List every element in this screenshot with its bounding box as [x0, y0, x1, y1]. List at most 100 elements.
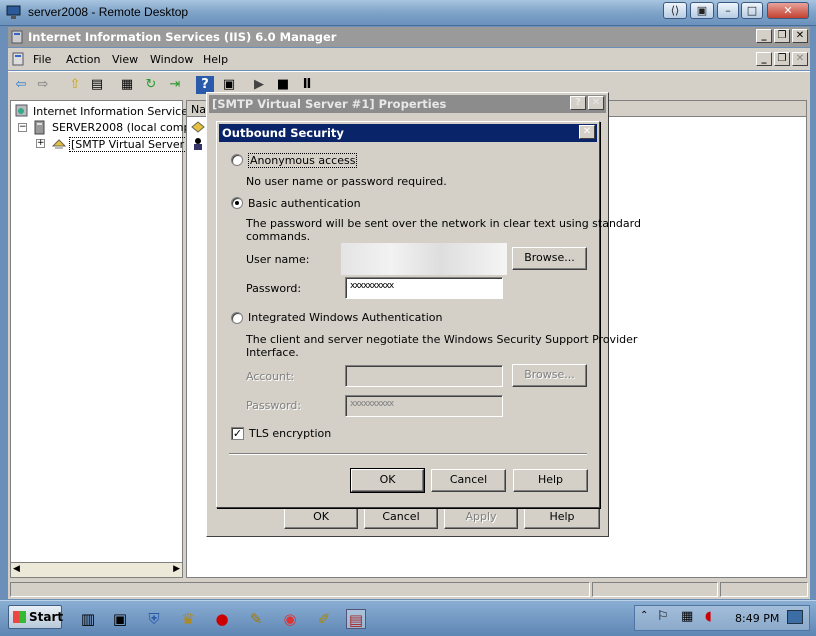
integrated-auth-label[interactable]: Integrated Windows Authentication: [248, 311, 442, 324]
integrated-password-field[interactable]: xxxxxxxxxx: [345, 395, 503, 417]
status-bar: [8, 581, 810, 599]
rd-maximize-button[interactable]: □: [741, 2, 763, 19]
username-field-redacted[interactable]: [341, 243, 507, 275]
up-folder-icon[interactable]: ⇧: [66, 76, 84, 94]
iis-titlebar[interactable]: Internet Information Services (IIS) 6.0 …: [8, 27, 810, 47]
flag-icon[interactable]: ⚐: [657, 609, 669, 624]
integrated-browse-button[interactable]: Browse...: [512, 364, 587, 387]
menu-file[interactable]: File: [33, 53, 51, 66]
properties-cancel-button[interactable]: Cancel: [364, 506, 438, 529]
status-pane-main: [10, 582, 590, 597]
scroll-left-icon[interactable]: ◀: [13, 564, 20, 574]
outbound-ok-button[interactable]: OK: [350, 468, 425, 493]
network-icon[interactable]: ▦: [681, 609, 693, 624]
basic-auth-radio[interactable]: [231, 197, 243, 209]
outbound-cancel-button[interactable]: Cancel: [431, 469, 506, 492]
rd-close-button[interactable]: ✕: [767, 2, 809, 19]
outbound-security-dialog: Outbound Security ✕ Anonymous access No …: [216, 121, 641, 508]
basic-auth-label[interactable]: Basic authentication: [248, 197, 361, 210]
iis-restore-button[interactable]: ❐: [774, 29, 790, 43]
child-restore-button[interactable]: ❐: [774, 52, 790, 66]
system-tray: ⌃ ⚐ ▦ ◖ 8:49 PM: [634, 605, 810, 631]
properties-close-button[interactable]: ✕: [588, 96, 604, 110]
rd-minimize-button[interactable]: –: [717, 2, 739, 19]
show-desktop-icon[interactable]: [787, 610, 803, 624]
iis-taskbar-icon[interactable]: ▤: [346, 609, 366, 629]
tree-pane[interactable]: Internet Information Services − SERVER20…: [10, 100, 202, 566]
menu-help[interactable]: Help: [203, 53, 228, 66]
explorer-icon[interactable]: ▣: [110, 609, 130, 629]
trophy-icon[interactable]: ♛: [178, 609, 198, 629]
password-field[interactable]: xxxxxxxxxx: [345, 277, 503, 299]
tree-horizontal-scrollbar[interactable]: ◀ ▶: [10, 562, 183, 578]
collapse-icon[interactable]: −: [18, 123, 27, 132]
properties-ok-button[interactable]: OK: [284, 506, 358, 529]
refresh-icon[interactable]: ↻: [142, 76, 160, 94]
start-label: Start: [29, 610, 64, 624]
anonymous-radio[interactable]: [231, 154, 243, 166]
outbound-close-button[interactable]: ✕: [579, 125, 595, 139]
remote-desktop-titlebar[interactable]: server2008 - Remote Desktop ⟨⟩ ▣ – □ ✕: [0, 0, 816, 26]
anonymous-label[interactable]: Anonymous access: [248, 153, 358, 168]
iis-app-icon: [11, 29, 25, 47]
power-icon[interactable]: ●: [212, 609, 232, 629]
windows-flag-icon: [13, 611, 26, 623]
restore-view-icon[interactable]: ▣: [690, 2, 714, 19]
back-icon[interactable]: ⇦: [12, 76, 30, 94]
account-label: Account:: [246, 370, 295, 383]
shield-icon[interactable]: ⛨: [144, 609, 164, 629]
dialog-separator: [229, 453, 587, 455]
outbound-title: Outbound Security: [222, 126, 344, 140]
child-close-button[interactable]: ✕: [792, 52, 808, 66]
tree-node-smtp[interactable]: [SMTP Virtual Server #: [69, 137, 199, 152]
tls-label[interactable]: TLS encryption: [249, 427, 331, 440]
properties-titlebar[interactable]: [SMTP Virtual Server #1] Properties ? ✕: [209, 95, 606, 113]
user-icon: [191, 137, 205, 154]
start-button[interactable]: Start: [8, 605, 64, 629]
server-manager-icon[interactable]: ▥: [78, 609, 98, 629]
outbound-titlebar[interactable]: Outbound Security ✕: [219, 124, 597, 142]
iis-title: Internet Information Services (IIS) 6.0 …: [28, 30, 337, 44]
account-field[interactable]: [345, 365, 503, 387]
properties-help-button[interactable]: ?: [570, 96, 586, 110]
iis-minimize-button[interactable]: _: [756, 29, 772, 43]
menu-window[interactable]: Window: [150, 53, 193, 66]
anonymous-desc: No user name or password required.: [246, 175, 447, 188]
clock[interactable]: 8:49 PM: [735, 612, 779, 625]
properties-help-text-button[interactable]: Help: [524, 506, 600, 529]
menu-action[interactable]: Action: [66, 53, 100, 66]
export-icon[interactable]: ⇥: [166, 76, 184, 94]
integrated-auth-radio[interactable]: [231, 312, 243, 324]
properties-icon[interactable]: ▦: [118, 76, 136, 94]
server-icon: [32, 120, 48, 139]
tray-expand-icon[interactable]: ⌃: [640, 610, 648, 621]
tree-node-server[interactable]: SERVER2008 (local comput: [52, 121, 202, 134]
tools-icon[interactable]: ✎: [246, 609, 266, 629]
properties-title: [SMTP Virtual Server #1] Properties: [212, 97, 447, 111]
status-pane-3: [720, 582, 808, 597]
mmc-doc-icon[interactable]: [12, 52, 26, 69]
sessions-icon: [191, 120, 205, 137]
menu-view[interactable]: View: [112, 53, 138, 66]
scroll-right-icon[interactable]: ▶: [173, 564, 180, 574]
remote-desktop-title: server2008 - Remote Desktop: [28, 5, 189, 19]
column-header-name[interactable]: Na: [191, 103, 206, 116]
forward-icon[interactable]: ⇨: [34, 76, 52, 94]
smtp-server-icon: [51, 136, 67, 155]
tree-node-iis[interactable]: Internet Information Services: [33, 105, 194, 118]
basic-browse-button[interactable]: Browse...: [512, 247, 587, 270]
outbound-help-button[interactable]: Help: [513, 469, 588, 492]
connection-bar-icon[interactable]: ⟨⟩: [663, 2, 687, 19]
basic-auth-desc-2: commands.: [246, 230, 311, 243]
notepad-icon[interactable]: ✐: [314, 609, 334, 629]
password-label: Password:: [246, 282, 302, 295]
tls-checkbox[interactable]: ✓: [231, 427, 244, 440]
properties-apply-button[interactable]: Apply: [444, 506, 518, 529]
expand-icon[interactable]: +: [36, 139, 45, 148]
taskbar: Start ▥ ▣ ⛨ ♛ ● ✎ ◉ ✐ ▤ ⌃ ⚐ ▦ ◖ 8:49 PM: [0, 600, 816, 636]
chrome-icon[interactable]: ◉: [280, 609, 300, 629]
show-tree-icon[interactable]: ▤: [88, 76, 106, 94]
volume-muted-icon[interactable]: ◖: [705, 609, 712, 624]
child-minimize-button[interactable]: _: [756, 52, 772, 66]
iis-close-button[interactable]: ✕: [792, 29, 808, 43]
